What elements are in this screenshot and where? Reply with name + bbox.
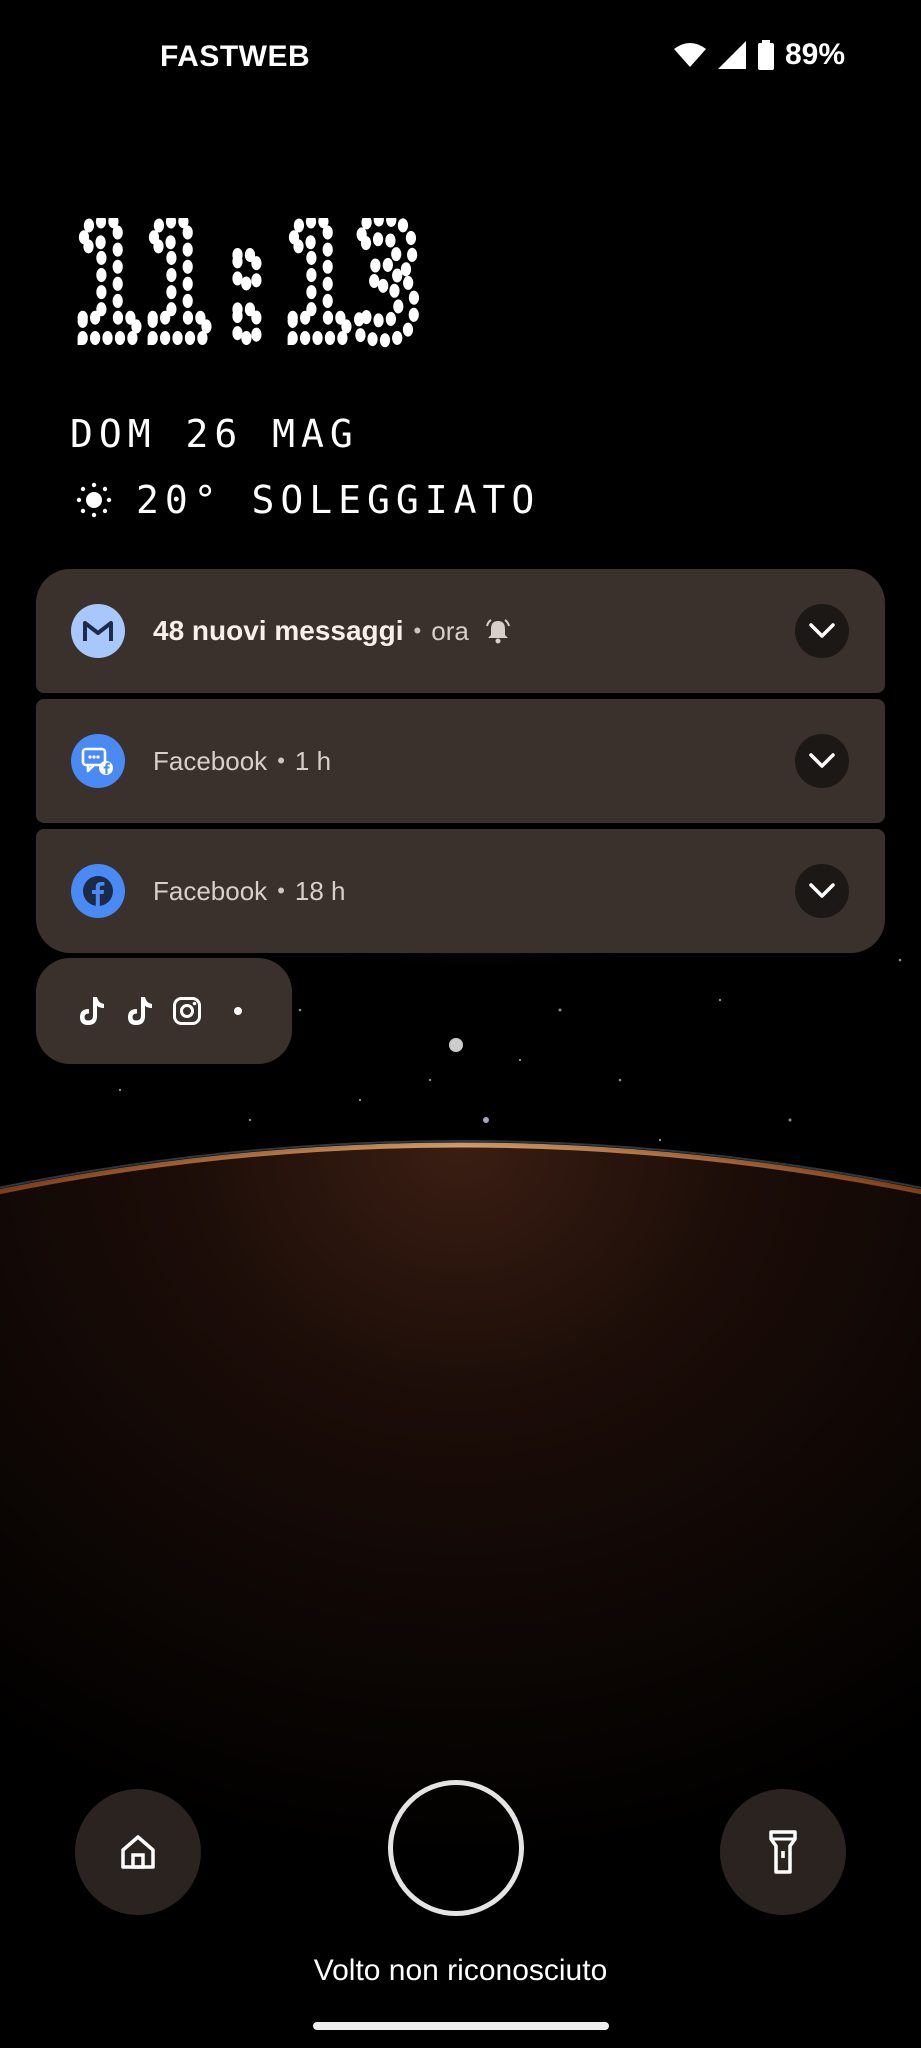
notification-title: Facebook: [153, 875, 268, 906]
chevron-down-icon: [809, 623, 835, 638]
chevron-down-icon: [809, 883, 835, 898]
status-icons: 89%: [673, 38, 845, 72]
status-bar: FASTWEB 89%: [0, 0, 921, 118]
notification-facebook-messenger[interactable]: Facebook • 1 h: [36, 699, 885, 823]
separator-dot: •: [277, 878, 285, 903]
gmail-icon: [71, 604, 125, 658]
instagram-icon: [173, 997, 201, 1025]
battery-percentage: 89%: [784, 38, 845, 71]
facebook-icon: [71, 864, 125, 918]
notification-gmail[interactable]: 48 nuovi messaggi • ora: [36, 569, 885, 693]
navigation-handle[interactable]: [313, 2022, 609, 2030]
notification-header: Facebook • 18 h: [153, 876, 346, 907]
bell-icon: [485, 619, 510, 644]
tiktok-icon: [80, 997, 104, 1025]
expand-button[interactable]: [795, 864, 849, 918]
weather-row: 20° SOLEGGIATO: [76, 478, 540, 522]
wifi-icon: [673, 43, 706, 67]
expand-button[interactable]: [795, 604, 849, 658]
notification-time: ora: [431, 615, 469, 646]
more-indicator-dot: [234, 1007, 242, 1015]
chevron-down-icon: [809, 753, 835, 768]
flashlight-shortcut-button[interactable]: [720, 1789, 846, 1915]
flashlight-icon: [769, 1830, 797, 1874]
weather-label: 20° SOLEGGIATO: [136, 478, 541, 522]
notification-title: Facebook: [153, 745, 268, 776]
home-icon: [121, 1835, 155, 1869]
date-label: DOM 26 MAG: [70, 412, 359, 456]
clock-digits: 11:13: [72, 218, 422, 350]
notification-time: 1 h: [294, 745, 332, 776]
separator-dot: •: [413, 618, 422, 643]
separator-dot: •: [277, 748, 285, 773]
notification-header: Facebook • 1 h: [153, 746, 331, 777]
fingerprint-sensor-ring[interactable]: [388, 1780, 524, 1916]
expand-button[interactable]: [795, 734, 849, 788]
signal-icon: [717, 41, 746, 69]
notification-facebook[interactable]: Facebook • 18 h: [36, 829, 885, 953]
tiktok-icon: [128, 997, 152, 1025]
facebook-messenger-icon: [71, 734, 125, 788]
notification-title: 48 nuovi messaggi: [153, 615, 404, 646]
clock-time: 11:13: [72, 218, 429, 350]
carrier-name: FASTWEB: [160, 40, 311, 73]
battery-icon: [757, 40, 774, 70]
sun-icon: [76, 482, 112, 518]
face-unlock-message: Volto non riconosciuto: [313, 1954, 608, 1987]
home-shortcut-button[interactable]: [75, 1789, 201, 1915]
notification-overflow-shelf[interactable]: [36, 958, 292, 1064]
notification-header: 48 nuovi messaggi • ora: [153, 615, 511, 647]
notification-time: 18 h: [294, 875, 346, 906]
